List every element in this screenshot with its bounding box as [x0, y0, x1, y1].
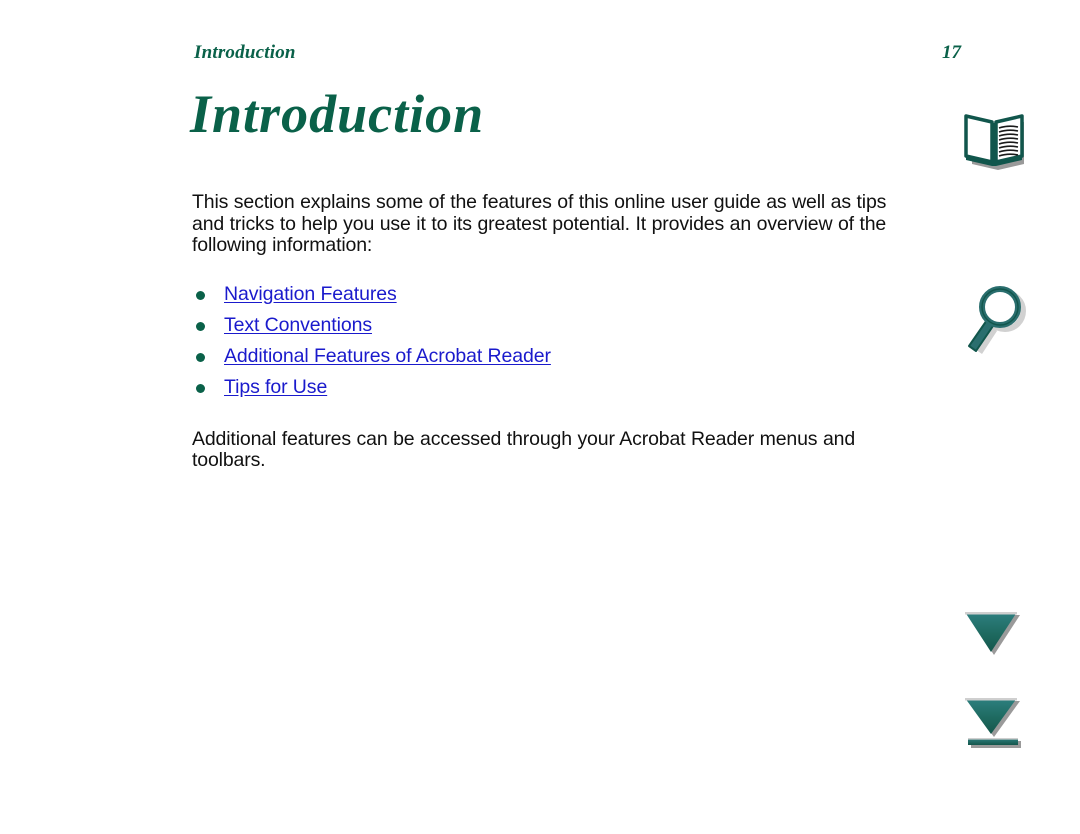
list-item[interactable]: Navigation Features — [192, 279, 918, 310]
link-navigation-features[interactable]: Navigation Features — [224, 283, 397, 305]
icon-rail — [950, 0, 1060, 834]
list-item[interactable]: Text Conventions — [192, 310, 918, 341]
running-header-section-title: Introduction — [194, 42, 296, 63]
navigation-link-list: Navigation Features Text Conventions Add… — [192, 279, 918, 403]
link-tips-for-use[interactable]: Tips for Use — [224, 376, 327, 398]
document-page: Introduction 17 Introduction This sectio… — [0, 0, 1080, 834]
list-item[interactable]: Additional Features of Acrobat Reader — [192, 341, 918, 372]
running-header: Introduction 17 — [194, 42, 994, 68]
closing-paragraph: Additional features can be accessed thro… — [192, 427, 856, 472]
bullet-icon — [196, 290, 205, 300]
list-item[interactable]: Tips for Use — [192, 372, 918, 403]
link-additional-features-of-acrobat-reader[interactable]: Additional Features of Acrobat Reader — [224, 345, 551, 367]
link-text-conventions[interactable]: Text Conventions — [224, 314, 372, 336]
bullet-icon — [196, 321, 205, 331]
magnifier-icon[interactable] — [960, 284, 1030, 360]
bullet-icon — [196, 352, 205, 362]
intro-paragraph: This section explains some of the featur… — [192, 191, 887, 257]
open-book-icon[interactable] — [958, 108, 1030, 170]
page-title: Introduction — [190, 84, 485, 144]
down-triangle-icon[interactable] — [962, 608, 1024, 658]
bullet-icon — [196, 383, 205, 393]
down-triangle-bar-icon[interactable] — [962, 694, 1024, 756]
content-column: This section explains some of the featur… — [192, 191, 918, 472]
